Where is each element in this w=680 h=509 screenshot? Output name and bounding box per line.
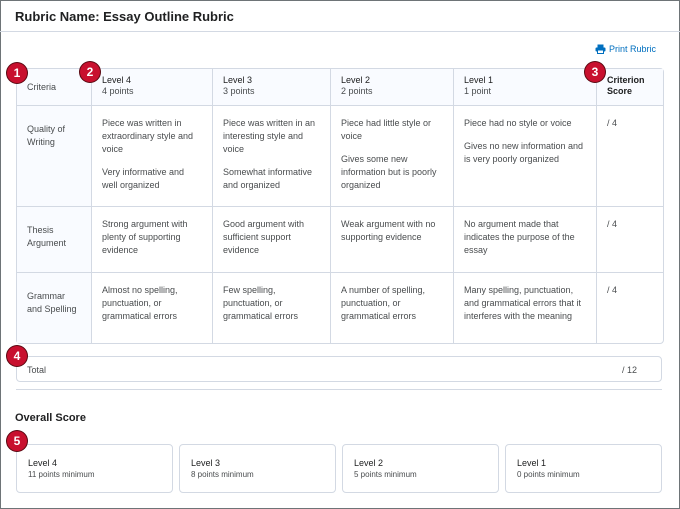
level-header: Level 4 4 points: [92, 69, 213, 106]
level-header: Level 3 3 points: [213, 69, 331, 106]
callout-marker-4: 4: [7, 346, 27, 366]
level-description: Few spelling, punctuation, or grammatica…: [223, 285, 299, 321]
level-name: Level 1: [464, 75, 494, 85]
criterion-score-label: Criterion Score: [607, 75, 645, 96]
criterion-score-header: Criterion Score: [597, 69, 663, 106]
level-points: 3 points: [223, 86, 255, 96]
level-description: Very informative and well organized: [102, 167, 185, 190]
level-description: Weak argument with no supporting evidenc…: [341, 219, 436, 242]
overall-level-name: Level 1: [517, 458, 547, 468]
level-points: 1 point: [464, 86, 492, 96]
criterion-name: Thesis Argument: [17, 207, 92, 273]
rubric-table: Criteria Level 4 4 points Level 3 3 poin…: [16, 68, 664, 344]
criterion-score: / 4: [597, 106, 663, 207]
criterion-row: Thesis Argument Strong argument with ple…: [17, 207, 663, 273]
level-description-cell: Few spelling, punctuation, or grammatica…: [213, 273, 331, 343]
level-description-cell: Almost no spelling, punctuation, or gram…: [92, 273, 213, 343]
level-name: Level 3: [223, 75, 253, 85]
total-row: Total / 12: [16, 356, 662, 382]
rubric-header-row: Criteria Level 4 4 points Level 3 3 poin…: [17, 69, 663, 106]
overall-level-card: Level 2 5 points minimum: [342, 444, 499, 493]
level-description: Almost no spelling, punctuation, or gram…: [102, 285, 178, 321]
level-description: Piece had no style or voice: [464, 118, 572, 128]
overall-level-minimum: 11 points minimum: [28, 470, 95, 479]
overall-level-card: Level 1 0 points minimum: [505, 444, 662, 493]
level-description-cell: Piece had no style or voice Gives no new…: [454, 106, 597, 207]
overall-level-minimum: 5 points minimum: [354, 470, 417, 479]
callout-marker-2: 2: [80, 62, 100, 82]
level-description-cell: Many spelling, punctuation, and grammati…: [454, 273, 597, 343]
printer-icon: [595, 44, 606, 54]
criterion-score: / 4: [607, 285, 618, 295]
level-name: Level 2: [341, 75, 371, 85]
overall-score-levels: Level 4 11 points minimum Level 3 8 poin…: [16, 444, 662, 493]
level-description: Good argument with sufficient support ev…: [223, 219, 305, 255]
level-description: Gives some new information but is poorly…: [341, 154, 437, 190]
level-description: Many spelling, punctuation, and grammati…: [464, 285, 582, 321]
level-description: Strong argument with plenty of supportin…: [102, 219, 188, 255]
criterion-name: Quality of Writing: [17, 106, 92, 207]
total-label: Total: [27, 365, 47, 375]
callout-marker-5: 5: [7, 431, 27, 451]
level-description-cell: Piece was written in an interesting styl…: [213, 106, 331, 207]
level-description-cell: Piece was written in extraordinary style…: [92, 106, 213, 207]
level-description-cell: Weak argument with no supporting evidenc…: [331, 207, 454, 273]
level-description: Gives no new information and is very poo…: [464, 141, 584, 164]
level-description: Piece was written in extraordinary style…: [102, 118, 194, 154]
level-name: Level 4: [102, 75, 132, 85]
level-description-cell: A number of spelling, punctuation, or gr…: [331, 273, 454, 343]
callout-marker-3: 3: [585, 62, 605, 82]
print-rubric-link[interactable]: Print Rubric: [595, 44, 656, 54]
overall-score-title: Overall Score: [15, 412, 86, 424]
level-description-cell: Piece had little style or voice Gives so…: [331, 106, 454, 207]
callout-marker-1: 1: [7, 63, 27, 83]
total-score: / 12: [621, 365, 637, 375]
overall-level-name: Level 3: [191, 458, 221, 468]
rubric-title: Rubric Name: Essay Outline Rubric: [15, 9, 234, 24]
print-rubric-label: Print Rubric: [608, 44, 656, 54]
level-description-cell: Good argument with sufficient support ev…: [213, 207, 331, 273]
overall-level-name: Level 2: [354, 458, 384, 468]
level-description-cell: No argument made that indicates the purp…: [454, 207, 597, 273]
criterion-name: Grammar and Spelling: [17, 273, 92, 343]
overall-level-name: Level 4: [28, 458, 58, 468]
level-description: A number of spelling, punctuation, or gr…: [341, 285, 426, 321]
level-header: Level 1 1 point: [454, 69, 597, 106]
level-description: Piece had little style or voice: [341, 118, 432, 141]
level-description: Somewhat informative and organized: [223, 167, 313, 190]
criterion-row: Quality of Writing Piece was written in …: [17, 106, 663, 207]
criterion-row: Grammar and Spelling Almost no spelling,…: [17, 273, 663, 343]
overall-level-minimum: 8 points minimum: [191, 470, 254, 479]
overall-level-card: Level 3 8 points minimum: [179, 444, 336, 493]
overall-level-minimum: 0 points minimum: [517, 470, 580, 479]
level-description-cell: Strong argument with plenty of supportin…: [92, 207, 213, 273]
level-description: No argument made that indicates the purp…: [464, 219, 575, 255]
level-points: 4 points: [102, 86, 134, 96]
level-points: 2 points: [341, 86, 373, 96]
level-description: Piece was written in an interesting styl…: [223, 118, 316, 154]
title-divider: [0, 31, 680, 32]
criterion-score: / 4: [597, 207, 663, 273]
level-header: Level 2 2 points: [331, 69, 454, 106]
section-divider: [16, 389, 662, 390]
overall-level-card: Level 4 11 points minimum: [16, 444, 173, 493]
